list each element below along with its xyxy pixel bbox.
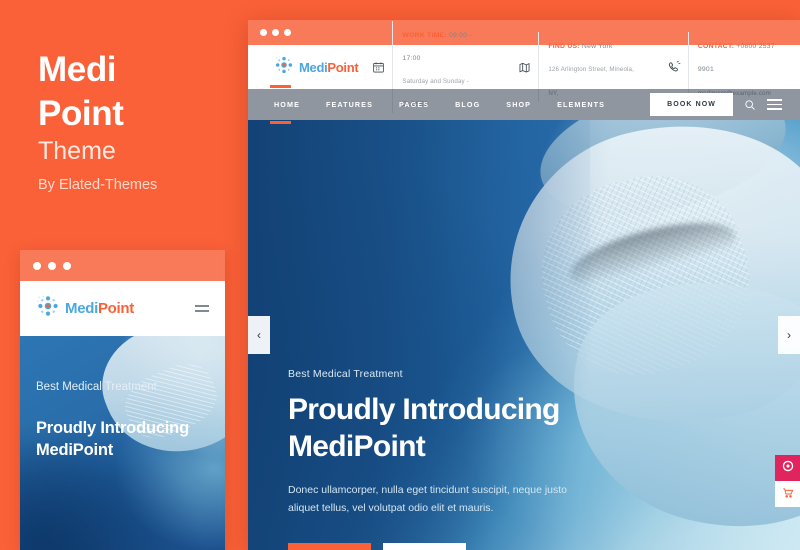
mini-browser-chrome (20, 250, 225, 281)
promo-byline: By Elated-Themes (38, 177, 158, 193)
nav-item-shop[interactable]: SHOP (493, 100, 544, 109)
slider-prev-button[interactable]: ‹ (248, 316, 270, 354)
minimize-dot[interactable] (48, 261, 56, 270)
mini-logo[interactable]: MediPoint (36, 294, 134, 323)
hero-primary-button[interactable]: READ MORE (288, 543, 371, 550)
hamburger-icon[interactable] (767, 99, 782, 110)
molecule-cross-icon (274, 55, 294, 80)
dribbble-icon (782, 459, 794, 477)
cart-icon (782, 487, 794, 502)
main-navigation: HOME FEATURES PAGES BLOG SHOP ELEMENTS B… (248, 85, 800, 124)
hero-tagline: Best Medical Treatment (288, 368, 403, 380)
close-dot[interactable] (260, 29, 267, 36)
promo-subtitle: Theme (38, 137, 116, 165)
dribbble-button[interactable] (775, 455, 800, 481)
browser-window: MediPoint WORK TIME: 09:00 - 17:00 Satur… (248, 20, 800, 550)
hamburger-icon[interactable] (195, 305, 209, 312)
mini-hero-section: Best Medical Treatment Proudly Introduci… (20, 336, 225, 550)
nav-item-pages[interactable]: PAGES (386, 100, 442, 109)
hero-description: Donec ullamcorper, nulla eget tincidunt … (288, 484, 567, 515)
hero-slider: Best Medical Treatment Proudly Introduci… (248, 120, 800, 550)
info-label: FIND US: New York (548, 43, 613, 51)
promo-title-line2: Point (38, 93, 124, 133)
mini-logo-text: MediPoint (65, 300, 134, 317)
hero-title: Proudly Introducing MediPoint (288, 393, 560, 463)
site-top-info-bar: MediPoint WORK TIME: 09:00 - 17:00 Satur… (248, 20, 800, 114)
hero-content: Best Medical Treatment Proudly Introduci… (288, 368, 618, 550)
map-icon (518, 61, 531, 74)
molecule-cross-icon (36, 294, 60, 323)
nav-right-actions: BOOK NOW (650, 93, 782, 116)
info-label: WORK TIME: 09:00 - 17:00 (402, 31, 472, 62)
promo-title-line1: Medi (38, 50, 117, 89)
search-icon[interactable] (744, 99, 756, 111)
nav-item-features[interactable]: FEATURES (313, 100, 386, 109)
hero-buttons: READ MORE READ MORE (288, 543, 618, 550)
nav-items: HOME FEATURES PAGES BLOG SHOP ELEMENTS (270, 85, 618, 124)
calendar-icon (372, 61, 385, 74)
screenshot-root: Medi Point Theme By Elated-Themes MediPo… (0, 0, 800, 550)
nav-item-blog[interactable]: BLOG (442, 100, 493, 109)
info-label: CONTACT: +0800 2537 9901 (697, 43, 775, 74)
promo-title: Medi Point (38, 48, 124, 136)
slider-next-button[interactable]: › (778, 316, 800, 354)
mini-hero-tagline: Best Medical Treatment (36, 381, 157, 393)
book-now-button[interactable]: BOOK NOW (650, 93, 733, 116)
nav-item-elements[interactable]: ELEMENTS (544, 100, 618, 109)
mini-site-header: MediPoint (20, 281, 225, 336)
maximize-dot[interactable] (63, 261, 71, 270)
hero-secondary-button[interactable]: READ MORE (383, 543, 466, 550)
maximize-dot[interactable] (284, 29, 291, 36)
floating-side-buttons (775, 455, 800, 507)
nav-item-home[interactable]: HOME (270, 85, 313, 124)
cart-button[interactable] (775, 481, 800, 507)
site-logo-text: MediPoint (299, 59, 359, 75)
phone-icon (667, 60, 681, 74)
minimize-dot[interactable] (272, 29, 279, 36)
promo-panel: Medi Point Theme By Elated-Themes MediPo… (0, 0, 248, 550)
mini-hero-title: Proudly Introducing MediPoint (36, 419, 189, 459)
close-dot[interactable] (33, 261, 41, 270)
mobile-preview-card: MediPoint Best Medical Treatment Proudly… (20, 250, 225, 550)
site-logo[interactable]: MediPoint (274, 55, 359, 80)
